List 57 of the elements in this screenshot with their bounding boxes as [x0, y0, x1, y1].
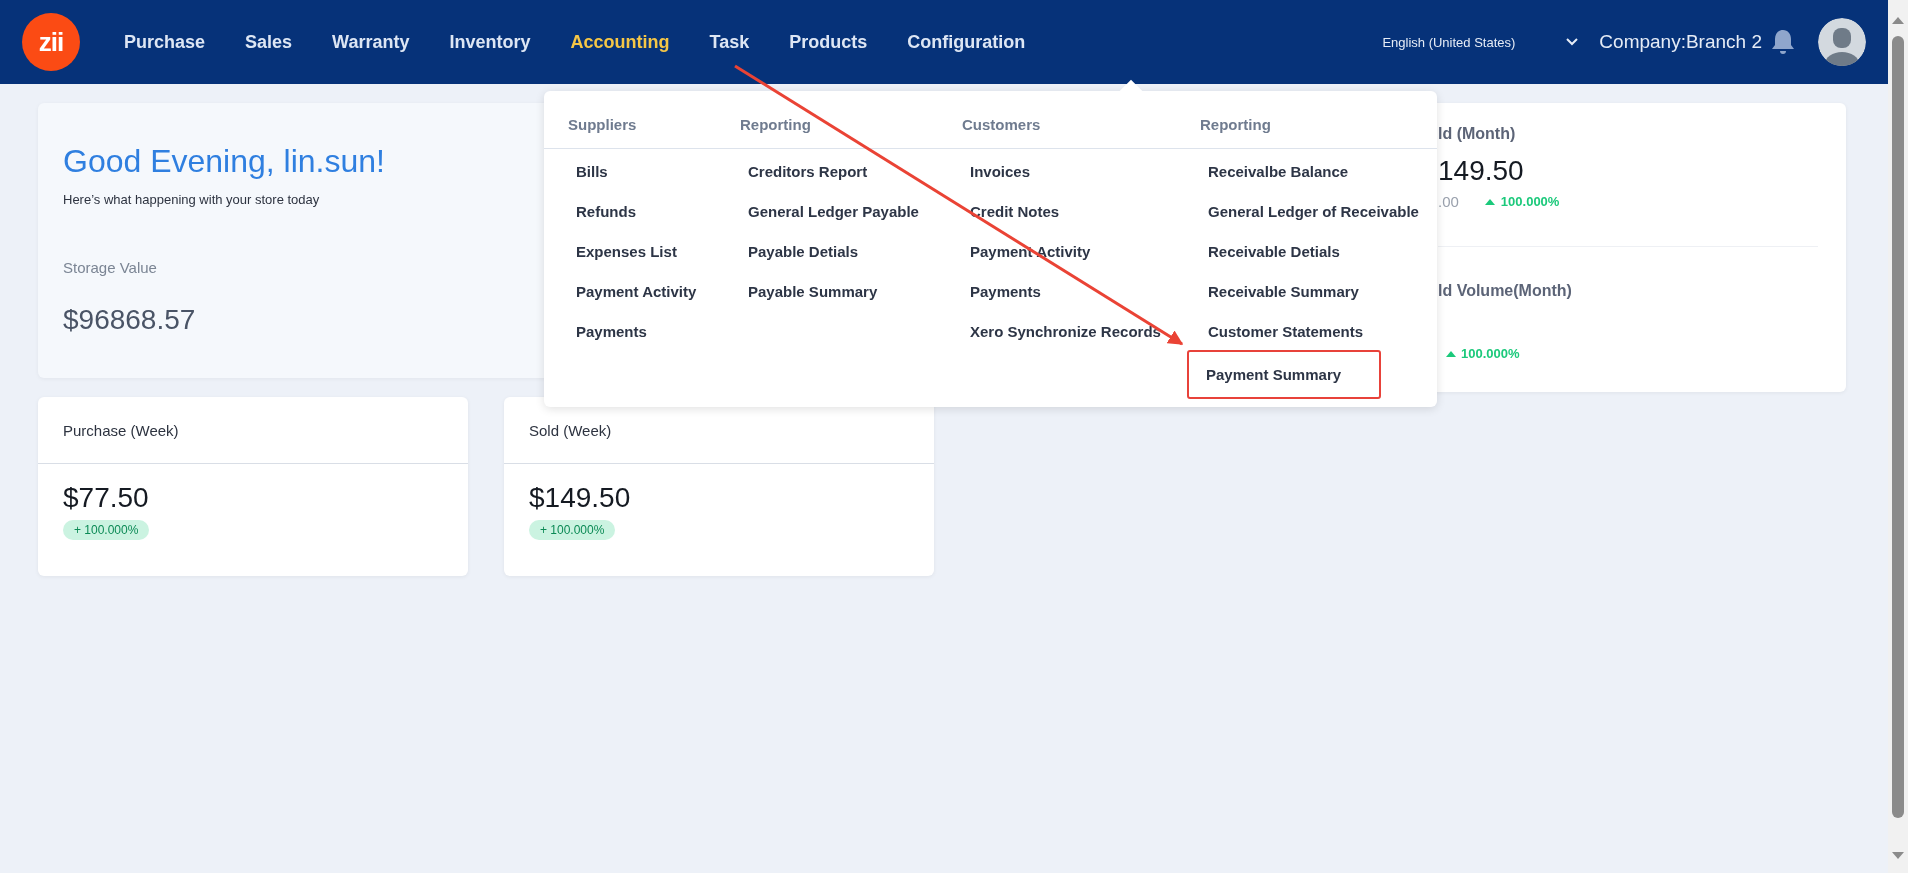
- menu-item[interactable]: Receivalbe Balance: [1200, 150, 1357, 190]
- chevron-down-icon[interactable]: [1565, 37, 1580, 47]
- nav-tab[interactable]: Purchase: [104, 22, 226, 62]
- menu-item[interactable]: General Ledger of Receivable: [1200, 190, 1427, 230]
- menu-item[interactable]: Payment Summary: [1187, 350, 1381, 399]
- nav-tab[interactable]: Inventory: [429, 22, 551, 62]
- up-triangle-icon: [1484, 198, 1495, 205]
- card-title: Purchase (Week): [63, 421, 179, 439]
- change-badge: + 100.000%: [63, 520, 150, 540]
- up-triangle-icon: [1446, 350, 1456, 357]
- menu-item[interactable]: General Ledger Payable: [740, 190, 927, 230]
- menu-heading: Reporting: [740, 115, 811, 135]
- previous-value: .00: [1438, 193, 1459, 210]
- avatar-icon[interactable]: [1818, 18, 1866, 66]
- card-title: ld (Month): [1438, 125, 1517, 143]
- amount-value: $77.50: [63, 482, 150, 514]
- menu-item[interactable]: Payment Activity: [962, 230, 1099, 270]
- menu-heading: Reporting: [1200, 115, 1271, 135]
- menu-item[interactable]: Expenses List: [568, 230, 685, 270]
- menu-item[interactable]: Payable Detials: [740, 230, 867, 270]
- card-title: ld Volume(Month): [1438, 282, 1573, 300]
- menu-item[interactable]: Payments: [568, 310, 655, 350]
- nav-tab[interactable]: Warranty: [312, 22, 430, 62]
- nav-tab[interactable]: Products: [769, 22, 888, 62]
- storage-label: Storage Value: [63, 259, 157, 276]
- menu-item[interactable]: Invoices: [962, 150, 1039, 190]
- menu-item[interactable]: Xero Synchronize Records: [962, 310, 1169, 350]
- card-title: Sold (Week): [529, 421, 612, 439]
- amount-value: $149.50: [529, 482, 632, 514]
- menu-item[interactable]: Customer Statements: [1200, 310, 1372, 350]
- menu-item[interactable]: Receivable Detials: [1200, 230, 1348, 270]
- menu-item[interactable]: Refunds: [568, 190, 644, 230]
- menu-item[interactable]: Payment Activity: [568, 270, 705, 310]
- scroll-up-icon[interactable]: [1892, 16, 1904, 24]
- scroll-down-icon[interactable]: [1892, 852, 1904, 860]
- amount-value: 149.50: [1438, 155, 1525, 187]
- nav-tab[interactable]: Task: [689, 22, 770, 62]
- scrollbar-thumb[interactable]: [1892, 36, 1904, 818]
- menu-item[interactable]: Creditors Report: [740, 150, 876, 190]
- greeting-subtitle: Here’s what happening with your store today: [63, 192, 320, 207]
- language-select[interactable]: English (United States): [1382, 34, 1516, 50]
- menu-item[interactable]: Receivable Summary: [1200, 270, 1367, 310]
- menu-item[interactable]: Payments: [962, 270, 1049, 310]
- menu-item[interactable]: Payable Summary: [740, 270, 886, 310]
- nav-tab[interactable]: Sales: [225, 22, 313, 62]
- company-name[interactable]: Company:Branch 2: [1599, 31, 1762, 53]
- menu-item[interactable]: Bills: [568, 150, 616, 190]
- nav-tab[interactable]: Configuration: [887, 22, 1046, 62]
- greeting-title: Good Evening, lin.sun!: [63, 143, 385, 180]
- nav-tab[interactable]: Accounting: [550, 22, 690, 62]
- bell-icon[interactable]: [1770, 28, 1796, 56]
- menu-heading: Suppliers: [568, 115, 637, 135]
- storage-value: $96868.57: [63, 304, 196, 336]
- change-value: 100.000%: [1461, 346, 1520, 361]
- menu-heading: Customers: [962, 115, 1041, 135]
- change-badge: + 100.000%: [529, 520, 616, 540]
- change-value: 100.000%: [1500, 194, 1560, 209]
